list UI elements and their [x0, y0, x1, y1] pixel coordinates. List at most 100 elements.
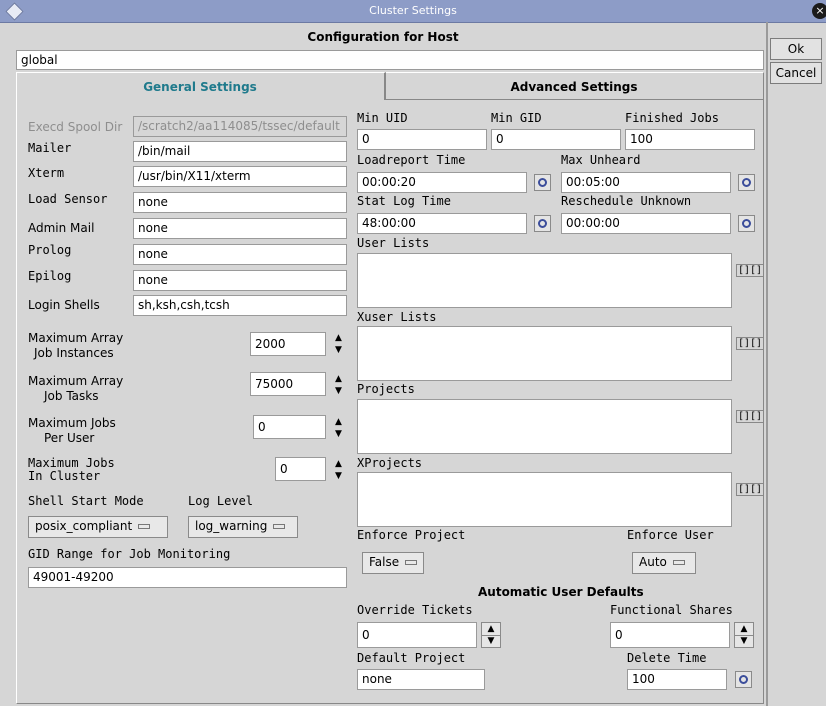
cancel-button[interactable]: Cancel	[770, 62, 822, 84]
clock-icon[interactable]	[534, 215, 551, 232]
tab-general-label: General Settings	[143, 80, 257, 94]
spin-up-icon[interactable]: ▲	[332, 373, 345, 385]
default-project-field[interactable]: none	[357, 669, 485, 690]
clock-icon[interactable]	[735, 671, 752, 688]
functional-shares-spinner[interactable]: ▲ ▼	[734, 622, 754, 648]
max-jobs-user-line1: Maximum Jobs	[28, 416, 116, 430]
max-jobs-cluster-spinner[interactable]: ▲ ▼	[332, 458, 345, 482]
loadreport-time-field[interactable]: 00:00:20	[357, 172, 527, 193]
tab-general[interactable]: General Settings	[16, 72, 386, 100]
epilog-field[interactable]: none	[133, 270, 347, 291]
xuser-lists-button[interactable]: [][]	[736, 337, 765, 350]
dropdown-icon	[138, 524, 151, 529]
max-unheard-field[interactable]: 00:05:00	[561, 172, 731, 193]
enforce-project-value: False	[369, 555, 400, 569]
delete-time-field[interactable]: 100	[627, 669, 727, 690]
stat-log-time-label: Stat Log Time	[357, 194, 451, 208]
xprojects-box[interactable]	[357, 472, 732, 527]
spin-down-icon[interactable]: ▼	[482, 635, 500, 647]
max-array-tasks-line1: Maximum Array	[28, 374, 124, 388]
max-array-instances-field[interactable]: 2000	[250, 332, 326, 356]
shell-start-select[interactable]: posix_compliant	[28, 516, 168, 538]
spin-down-icon[interactable]: ▼	[332, 385, 345, 397]
spin-down-icon[interactable]: ▼	[332, 428, 345, 440]
admin-mail-label: Admin Mail	[28, 221, 95, 235]
max-array-instances-line1: Maximum Array	[28, 331, 124, 345]
dropdown-icon	[405, 560, 418, 565]
projects-button[interactable]: [][]	[736, 410, 765, 423]
max-jobs-cluster-field[interactable]: 0	[275, 457, 326, 481]
finished-jobs-label: Finished Jobs	[625, 111, 719, 125]
max-jobs-cluster-label: Maximum Jobs In Cluster	[28, 457, 115, 483]
log-level-select[interactable]: log_warning	[188, 516, 298, 538]
stat-log-time-field[interactable]: 48:00:00	[357, 213, 527, 234]
override-tickets-label: Override Tickets	[357, 603, 473, 617]
loadreport-time-label: Loadreport Time	[357, 153, 466, 167]
max-array-tasks-label: Maximum Array Job Tasks	[28, 374, 123, 404]
host-field[interactable]: global	[16, 50, 764, 70]
reschedule-unknown-field[interactable]: 00:00:00	[561, 213, 731, 234]
tab-advanced[interactable]: Advanced Settings	[386, 72, 764, 100]
title-bar: Cluster Settings ×	[0, 0, 826, 23]
admin-mail-field[interactable]: none	[133, 218, 347, 239]
max-array-tasks-line2: Job Tasks	[44, 389, 99, 403]
xterm-label: Xterm	[28, 166, 65, 180]
login-shells-field[interactable]: sh,ksh,csh,tcsh	[133, 295, 347, 316]
enforce-user-select[interactable]: Auto	[632, 552, 696, 574]
max-array-tasks-field[interactable]: 75000	[250, 372, 326, 396]
xuser-lists-box[interactable]	[357, 326, 732, 381]
xterm-field[interactable]: /usr/bin/X11/xterm	[133, 166, 347, 187]
user-lists-button[interactable]: [][]	[736, 264, 765, 277]
max-jobs-user-spinner[interactable]: ▲ ▼	[332, 416, 345, 440]
log-level-label: Log Level	[188, 494, 254, 508]
finished-jobs-field[interactable]: 100	[625, 129, 755, 150]
prolog-field[interactable]: none	[133, 244, 347, 265]
default-project-label: Default Project	[357, 651, 466, 665]
max-jobs-user-field[interactable]: 0	[253, 415, 326, 439]
max-array-tasks-spinner[interactable]: ▲ ▼	[332, 373, 345, 397]
max-jobs-user-line2: Per User	[44, 431, 95, 445]
spin-up-icon[interactable]: ▲	[332, 458, 345, 470]
automatic-user-defaults-label: Automatic User Defaults	[478, 585, 644, 599]
mailer-field[interactable]: /bin/mail	[133, 141, 347, 162]
reschedule-unknown-label: Reschedule Unknown	[561, 194, 692, 208]
ok-button[interactable]: Ok	[770, 38, 822, 60]
mailer-label: Mailer	[28, 141, 72, 155]
config-header: Configuration for Host	[307, 30, 459, 44]
shell-start-value: posix_compliant	[35, 519, 133, 533]
clock-icon[interactable]	[738, 215, 755, 232]
enforce-project-label: Enforce Project	[357, 528, 466, 542]
load-sensor-field[interactable]: none	[133, 192, 347, 213]
spin-up-icon[interactable]: ▲	[332, 332, 345, 344]
gid-range-field[interactable]: 49001-49200	[28, 567, 347, 588]
override-tickets-spinner[interactable]: ▲ ▼	[481, 622, 501, 648]
load-sensor-label: Load Sensor	[28, 192, 108, 206]
xprojects-label: XProjects	[357, 456, 423, 470]
projects-label: Projects	[357, 382, 415, 396]
shell-start-label: Shell Start Mode	[28, 494, 144, 508]
override-tickets-field[interactable]: 0	[357, 622, 477, 648]
dropdown-icon	[273, 524, 286, 529]
min-uid-field[interactable]: 0	[357, 129, 487, 150]
close-icon[interactable]: ×	[812, 3, 826, 19]
projects-box[interactable]	[357, 399, 732, 454]
execd-spool-field: /scratch2/aa114085/tssec/default	[133, 116, 347, 137]
gid-range-label: GID Range for Job Monitoring	[28, 547, 231, 561]
min-gid-field[interactable]: 0	[491, 129, 621, 150]
spin-down-icon[interactable]: ▼	[332, 344, 345, 356]
user-lists-box[interactable]	[357, 253, 732, 308]
xuser-lists-label: Xuser Lists	[357, 310, 437, 324]
max-array-instances-spinner[interactable]: ▲ ▼	[332, 332, 345, 356]
clock-icon[interactable]	[738, 174, 755, 191]
xprojects-button[interactable]: [][]	[736, 483, 765, 496]
spin-up-icon[interactable]: ▲	[332, 416, 345, 428]
enforce-project-select[interactable]: False	[362, 552, 424, 574]
max-jobs-cluster-line2: In Cluster	[28, 469, 101, 483]
clock-icon[interactable]	[534, 174, 551, 191]
spin-down-icon[interactable]: ▼	[735, 635, 753, 647]
spin-down-icon[interactable]: ▼	[332, 470, 345, 482]
functional-shares-field[interactable]: 0	[610, 622, 730, 648]
window-title: Cluster Settings	[369, 4, 457, 17]
enforce-user-label: Enforce User	[627, 528, 714, 542]
min-uid-label: Min UID	[357, 111, 408, 125]
